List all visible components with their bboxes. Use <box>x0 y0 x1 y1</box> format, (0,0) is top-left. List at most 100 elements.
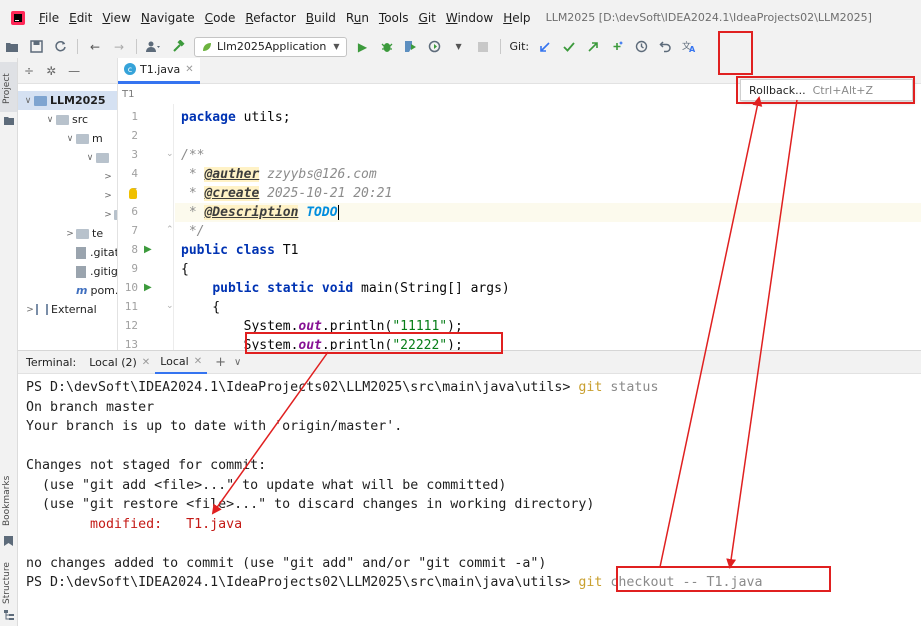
highlight-rollback-popup <box>736 76 915 104</box>
tree-item[interactable]: > <box>18 167 117 186</box>
folder-icon <box>56 114 69 125</box>
sync-icon[interactable] <box>51 38 69 56</box>
gear-icon[interactable]: ✲ <box>46 64 56 78</box>
highlight-git-checkout <box>616 566 831 592</box>
menu-item-tools[interactable]: Tools <box>374 11 414 25</box>
tree-item-label: src <box>72 113 89 126</box>
menu-item-build[interactable]: Build <box>301 11 341 25</box>
translate-icon[interactable]: 文A <box>680 38 698 56</box>
tree-item[interactable]: .gitat <box>18 243 117 262</box>
folder-icon <box>76 228 89 239</box>
git-commit-check-icon[interactable] <box>560 38 578 56</box>
menu-item-git[interactable]: Git <box>414 11 441 25</box>
code-token: T1 <box>282 243 299 258</box>
close-icon[interactable]: ✕ <box>142 357 150 368</box>
menu-item-file[interactable]: File <box>34 11 64 25</box>
terminal-tab-local-2[interactable]: Local (2) ✕ <box>84 350 155 374</box>
rollback-undo-icon[interactable] <box>656 38 674 56</box>
project-tool-window-button[interactable]: Project <box>0 62 17 112</box>
fold-icon[interactable]: ⌄ <box>166 149 173 159</box>
profiler-icon[interactable] <box>426 38 444 56</box>
close-icon[interactable]: ✕ <box>194 356 202 367</box>
tree-item[interactable]: .gitig <box>18 262 117 281</box>
chevron-down-icon[interactable]: ∨ <box>44 115 56 125</box>
tree-item[interactable]: > <box>18 186 117 205</box>
chevron-down-icon[interactable]: ∨ <box>84 153 96 163</box>
highlight-rollback-button <box>718 31 753 75</box>
tree-item[interactable]: > External <box>18 300 117 319</box>
collapse-all-icon[interactable]: ÷ <box>24 64 34 78</box>
code-line: package utils; <box>175 108 921 127</box>
terminal-prompt: PS D:\devSoft\IDEA2024.1\IdeaProjects02\… <box>26 575 579 590</box>
forward-arrow-icon[interactable]: → <box>110 38 128 56</box>
git-update-icon[interactable] <box>536 38 554 56</box>
menu-item-window[interactable]: Window <box>441 11 498 25</box>
tab-t1-java[interactable]: c T1.java ✕ <box>118 57 200 84</box>
run-configuration-dropdown[interactable]: Llm2025Application ▼ <box>194 36 347 57</box>
chevron-right-icon[interactable]: > <box>24 305 36 315</box>
chevron-down-icon[interactable]: ▼ <box>450 38 468 56</box>
menu-item-view[interactable]: View <box>97 11 135 25</box>
fold-icon[interactable]: ⌃ <box>166 225 173 235</box>
minimize-icon[interactable]: — <box>68 64 80 78</box>
terminal-text: no changes added to commit (use "git add… <box>26 555 547 571</box>
bookmarks-tool-window-button[interactable]: Bookmarks <box>0 468 17 538</box>
tree-item-label: m <box>92 132 103 145</box>
back-arrow-icon[interactable]: ← <box>86 38 104 56</box>
debug-icon[interactable] <box>378 38 396 56</box>
chevron-right-icon[interactable]: > <box>102 210 114 220</box>
chevron-right-icon[interactable]: > <box>64 229 76 239</box>
chevron-right-icon[interactable]: > <box>102 172 114 182</box>
run-gutter-icon[interactable]: ▶ <box>144 282 152 293</box>
add-terminal-icon[interactable]: + <box>215 355 226 370</box>
chevron-down-icon[interactable]: ∨ <box>22 96 34 106</box>
tree-item[interactable]: > <box>18 205 117 224</box>
file-icon <box>76 265 86 278</box>
build-hammer-icon[interactable] <box>169 38 187 56</box>
tree-item[interactable]: m pom. <box>18 281 117 300</box>
tree-item[interactable]: ∨ m <box>18 129 117 148</box>
tree-item[interactable]: > te <box>18 224 117 243</box>
menu-item-help[interactable]: Help <box>498 11 535 25</box>
save-all-icon[interactable] <box>27 38 45 56</box>
menu-item-edit[interactable]: Edit <box>64 11 97 25</box>
close-icon[interactable]: ✕ <box>185 64 193 75</box>
chevron-right-icon[interactable]: > <box>102 191 114 201</box>
chevron-down-icon[interactable]: ∨ <box>234 357 241 368</box>
history-clock-icon[interactable] <box>632 38 650 56</box>
stop-icon[interactable] <box>474 38 492 56</box>
menu-item-refactor[interactable]: Refactor <box>240 11 300 25</box>
terminal-tab-local[interactable]: Local ✕ <box>155 350 208 374</box>
tree-item[interactable]: ∨ src <box>18 110 117 129</box>
run-icon[interactable]: ▶ <box>354 38 372 56</box>
code-editor[interactable]: package utils; /** * @auther zzyybs@126.c… <box>175 104 921 350</box>
terminal-text: (use "git add <file>..." to update what … <box>26 477 507 493</box>
terminal-line: (use "git restore <file>..." to discard … <box>26 495 594 514</box>
git-push-icon[interactable] <box>584 38 602 56</box>
run-gutter-icon[interactable]: ▶ <box>144 244 152 255</box>
open-folder-icon[interactable] <box>3 38 21 56</box>
menu-item-run[interactable]: Run <box>341 11 374 25</box>
code-line: * @create 2025-10-21 20:21 <box>175 184 921 203</box>
terminal-line: no changes added to commit (use "git add… <box>26 554 546 573</box>
code-line: public static void main(String[] args) <box>175 279 921 298</box>
breadcrumb[interactable]: T1 <box>118 84 178 104</box>
code-token: TODO <box>306 205 338 220</box>
fold-icon[interactable]: ⌄ <box>166 301 173 311</box>
terminal-text: (use "git restore <file>..." to discard … <box>26 497 595 512</box>
user-icon[interactable] <box>145 38 163 56</box>
tree-item[interactable]: ∨ LLM2025 <box>18 91 117 110</box>
menu-item-navigate[interactable]: Navigate <box>136 11 200 25</box>
menu-item-code[interactable]: Code <box>200 11 241 25</box>
chevron-down-icon[interactable]: ∨ <box>64 134 76 144</box>
chevron-down-icon: ▼ <box>333 42 340 51</box>
structure-tool-window-button[interactable]: Structure <box>0 556 17 616</box>
intention-bulb-icon[interactable] <box>129 188 137 199</box>
tree-item[interactable]: ∨ <box>18 148 117 167</box>
coverage-icon[interactable] <box>402 38 420 56</box>
git-label: Git: <box>509 40 530 53</box>
git-pull-sparkle-icon[interactable] <box>608 38 626 56</box>
